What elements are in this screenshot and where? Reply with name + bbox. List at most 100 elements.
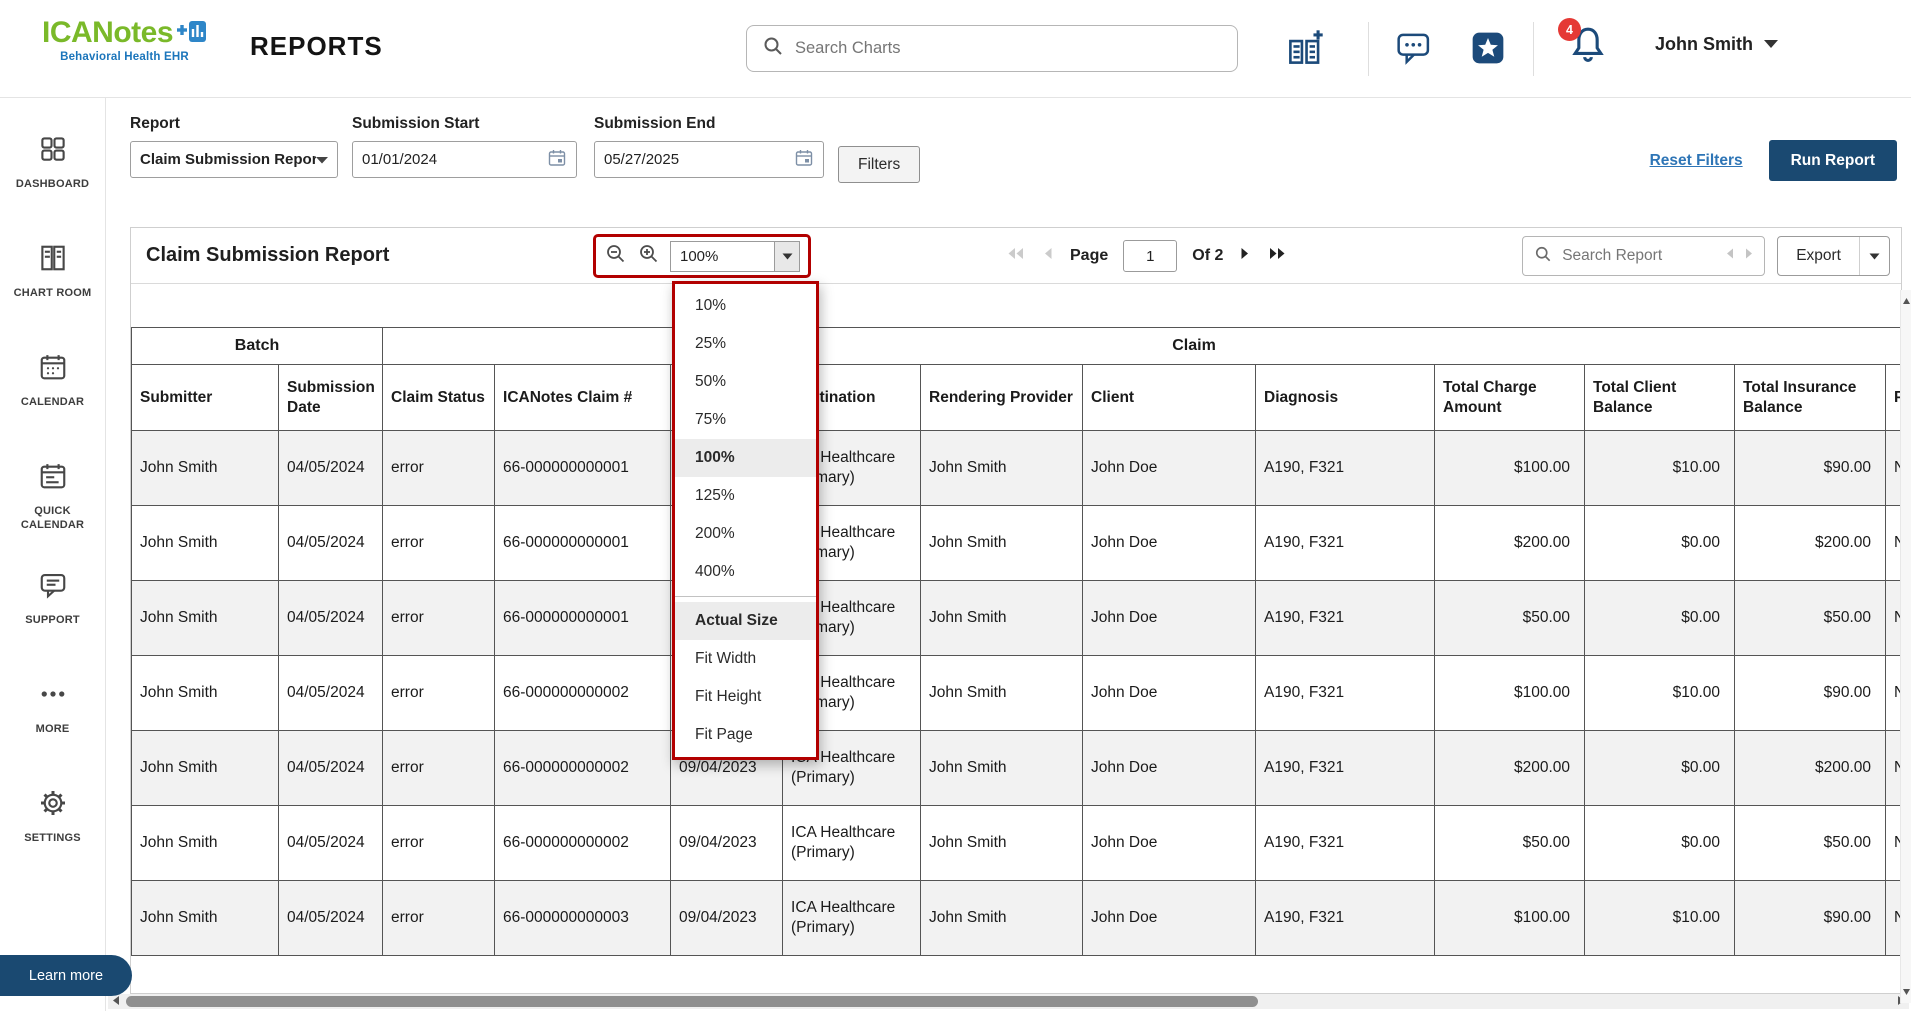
zoom-option-125[interactable]: 125% bbox=[675, 477, 816, 515]
next-page-icon[interactable] bbox=[1238, 246, 1252, 266]
export-label: Export bbox=[1796, 247, 1841, 264]
scroll-down-icon[interactable] bbox=[1902, 983, 1911, 1001]
sidebar-item-more[interactable]: MORE bbox=[0, 669, 105, 778]
report-select[interactable]: Claim Submission Report bbox=[130, 141, 338, 178]
report-label: Report bbox=[130, 115, 180, 132]
page-number-input[interactable] bbox=[1123, 240, 1178, 272]
submission-start-input[interactable] bbox=[362, 151, 547, 168]
facility-icon[interactable] bbox=[1281, 24, 1329, 72]
submission-end-input[interactable] bbox=[604, 151, 794, 168]
topbar-divider bbox=[1368, 22, 1369, 76]
export-caret-icon[interactable] bbox=[1859, 237, 1889, 275]
table-cell: 04/05/2024 bbox=[277, 880, 384, 956]
submission-end-group: Submission End bbox=[594, 115, 824, 178]
search-icon bbox=[1533, 244, 1553, 269]
table-cell: 09/04/2023 bbox=[670, 805, 784, 881]
search-previous-match-icon[interactable] bbox=[1725, 247, 1735, 265]
calendar-date-picker-icon[interactable] bbox=[794, 148, 814, 172]
zoom-in-icon[interactable] bbox=[637, 242, 661, 271]
table-cell: ICA Healthcare (Primary) bbox=[782, 880, 922, 956]
calendar-date-picker-icon[interactable] bbox=[547, 148, 567, 172]
reset-filters-link[interactable]: Reset Filters bbox=[1650, 152, 1743, 170]
starred-notes-icon[interactable] bbox=[1464, 24, 1512, 72]
charts-search-box bbox=[746, 25, 1238, 72]
sidebar-item-dashboard[interactable]: DASHBOARD bbox=[0, 124, 105, 233]
zoom-select-caret-button[interactable] bbox=[774, 241, 799, 271]
table-cell: John Doe bbox=[1082, 430, 1257, 506]
table-cell: 04/05/2024 bbox=[277, 430, 384, 506]
submission-end-field bbox=[594, 141, 824, 178]
previous-page-icon[interactable] bbox=[1041, 246, 1055, 266]
report-panel: Claim Submission Report 100% Page 1 Of 2… bbox=[130, 227, 1902, 994]
table-cell: 66-000000000001 bbox=[494, 580, 672, 656]
sidebar-item-support[interactable]: SUPPORT bbox=[0, 560, 105, 669]
sidebar-item-label: SETTINGS bbox=[24, 832, 81, 844]
zoom-controls-highlight: 100% bbox=[593, 234, 811, 278]
table-cell: A190, F321 bbox=[1255, 430, 1436, 506]
zoom-option-actual-size[interactable]: Actual Size bbox=[675, 602, 816, 640]
zoom-option-25[interactable]: 25% bbox=[675, 325, 816, 363]
sidebar-item-quick-calendar[interactable]: QUICK CALENDAR bbox=[0, 451, 105, 560]
zoom-option-400[interactable]: 400% bbox=[675, 553, 816, 591]
table-cell: error bbox=[382, 805, 496, 881]
table-row: John Smith 04/05/2024 error 66-000000000001… bbox=[131, 580, 1901, 656]
table-cell: $50.00 bbox=[1434, 580, 1586, 656]
sidebar-item-chart-room[interactable]: CHART ROOM bbox=[0, 233, 105, 342]
filters-button[interactable]: Filters bbox=[838, 146, 921, 183]
zoom-level-select[interactable]: 100% bbox=[670, 240, 800, 272]
notifications-bell[interactable]: 4 bbox=[1558, 18, 1616, 74]
chart-room-icon bbox=[38, 243, 68, 278]
table-cell: 66-000000000001 bbox=[494, 430, 672, 506]
run-report-button[interactable]: Run Report bbox=[1768, 140, 1897, 181]
zoom-option-100[interactable]: 100% bbox=[675, 439, 816, 477]
app-window: ICANotes Behavioral Health EHR REPORTS S… bbox=[0, 0, 1911, 1011]
zoom-option-fit-height[interactable]: Fit Height bbox=[675, 678, 816, 716]
table-cell: $100.00 bbox=[1434, 430, 1586, 506]
vertical-scrollbar[interactable] bbox=[1900, 290, 1911, 1003]
zoom-option-50[interactable]: 50% bbox=[675, 363, 816, 401]
column-header: Total Client Balance bbox=[1584, 364, 1736, 431]
report-table: Batch Claim Submitter Submission Date Claim … bbox=[131, 327, 1901, 956]
table-cell: John Smith bbox=[131, 730, 279, 806]
table-row: John Smith 04/05/2024 error 66-000000000003… bbox=[131, 880, 1901, 956]
sidebar-item-settings[interactable]: SETTINGS bbox=[0, 778, 105, 887]
first-page-icon[interactable] bbox=[1006, 246, 1026, 266]
table-cell: ICA Healthcare (Primary) bbox=[782, 805, 922, 881]
zoom-menu-separator bbox=[675, 596, 816, 597]
main-content: Report Claim Submission Report Submissio… bbox=[106, 98, 1911, 1011]
horizontal-scrollbar[interactable] bbox=[108, 994, 1909, 1009]
table-cell: $50.00 bbox=[1734, 580, 1887, 656]
last-page-icon[interactable] bbox=[1267, 246, 1287, 266]
messages-icon[interactable] bbox=[1390, 24, 1438, 72]
support-chat-icon bbox=[38, 570, 68, 605]
horizontal-scrollbar-thumb[interactable] bbox=[126, 996, 1258, 1007]
search-next-match-icon[interactable] bbox=[1744, 247, 1754, 265]
icanotes-logo[interactable]: ICANotes Behavioral Health EHR bbox=[22, 16, 227, 63]
sidebar-item-calendar[interactable]: CALENDAR bbox=[0, 342, 105, 451]
zoom-out-icon[interactable] bbox=[604, 242, 628, 271]
table-row: John Smith 04/05/2024 error 66-000000000002… bbox=[131, 655, 1901, 731]
submission-start-label: Submission Start bbox=[352, 115, 480, 132]
user-menu[interactable]: John Smith bbox=[1655, 34, 1779, 55]
quick-calendar-icon bbox=[38, 461, 68, 496]
table-cell: 04/05/2024 bbox=[277, 730, 384, 806]
table-cell: A190, F321 bbox=[1255, 580, 1436, 656]
table-cell: $10.00 bbox=[1584, 430, 1736, 506]
zoom-option-200[interactable]: 200% bbox=[675, 515, 816, 553]
zoom-option-10[interactable]: 10% bbox=[675, 287, 816, 325]
logo-tagline: Behavioral Health EHR bbox=[60, 51, 189, 63]
notification-badge: 4 bbox=[1558, 18, 1581, 41]
table-cell: 04/05/2024 bbox=[277, 505, 384, 581]
scroll-up-icon[interactable] bbox=[1902, 292, 1911, 310]
charts-search-input[interactable] bbox=[795, 39, 1223, 58]
learn-more-button[interactable]: Learn more bbox=[0, 955, 132, 996]
table-cell: John Doe bbox=[1082, 655, 1257, 731]
report-search-input[interactable] bbox=[1562, 247, 1717, 265]
zoom-option-75[interactable]: 75% bbox=[675, 401, 816, 439]
table-cell: John Smith bbox=[131, 505, 279, 581]
export-button[interactable]: Export bbox=[1777, 236, 1890, 276]
zoom-option-fit-width[interactable]: Fit Width bbox=[675, 640, 816, 678]
table-cell: $50.00 bbox=[1434, 805, 1586, 881]
zoom-option-fit-page[interactable]: Fit Page bbox=[675, 716, 816, 754]
page-title: REPORTS bbox=[250, 31, 383, 61]
